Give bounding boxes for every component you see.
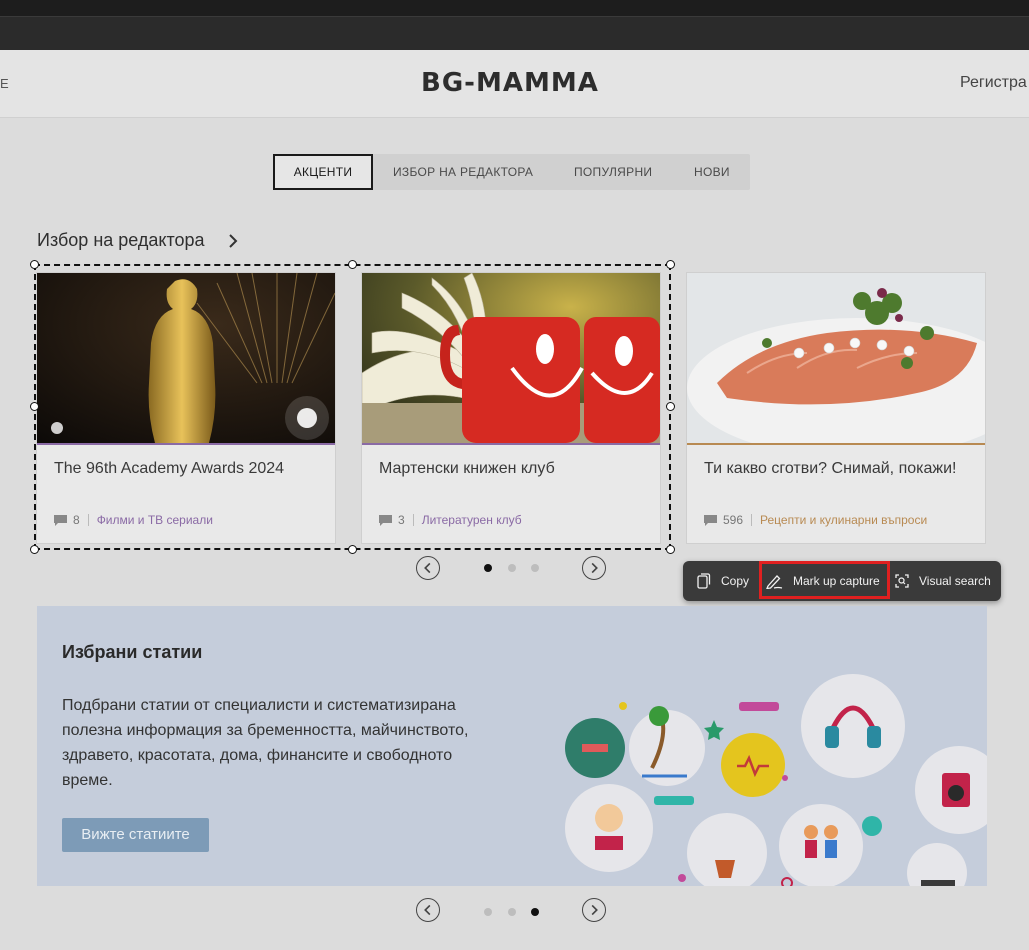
pager-dot[interactable] <box>508 908 516 916</box>
resize-handle[interactable] <box>30 402 39 411</box>
resize-handle[interactable] <box>30 545 39 554</box>
visual-search-label: Visual search <box>919 574 991 588</box>
highlight-box <box>759 561 890 599</box>
resize-handle[interactable] <box>348 260 357 269</box>
card-title[interactable]: Ти какво сготви? Снимай, покажи! <box>704 457 974 480</box>
copy-button[interactable]: Copy <box>697 561 749 601</box>
pager-dot[interactable] <box>508 564 516 572</box>
register-link[interactable]: Регистра <box>960 74 1027 92</box>
next-arrow-icon[interactable] <box>582 556 606 580</box>
comment-count: 596 <box>723 513 744 527</box>
resize-handle[interactable] <box>666 545 675 554</box>
pager-dot[interactable] <box>484 908 492 916</box>
illustration-icon <box>565 674 987 886</box>
prev-arrow-icon[interactable] <box>416 898 440 922</box>
resize-handle[interactable] <box>30 260 39 269</box>
resize-handle[interactable] <box>666 260 675 269</box>
card-meta: 596 Рецепти и кулинарни въпроси <box>704 513 927 527</box>
resize-handle[interactable] <box>348 545 357 554</box>
featured-title: Избрани статии <box>62 642 203 662</box>
tab-editors-choice[interactable]: ИЗБОР НА РЕДАКТОРА <box>393 154 533 190</box>
salmon-dish-image[interactable] <box>687 273 985 443</box>
copy-label: Copy <box>721 574 750 588</box>
next-arrow-icon[interactable] <box>582 898 606 922</box>
tab-popular[interactable]: ПОПУЛЯРНИ <box>574 154 652 190</box>
browser-titlebar <box>0 0 1029 16</box>
capture-selection[interactable] <box>34 264 671 550</box>
chevron-right-icon[interactable] <box>226 232 240 250</box>
site-header: E BG-MAMMA Регистра <box>0 50 1029 118</box>
resize-handle[interactable] <box>666 402 675 411</box>
visual-search-icon <box>895 574 909 588</box>
content-tabs: АКЦЕНТИ ИЗБОР НА РЕДАКТОРА ПОПУЛЯРНИ НОВ… <box>273 154 750 190</box>
copy-icon <box>697 573 711 589</box>
capture-toolbar: Copy Mark up capture Visual search <box>683 561 1001 601</box>
page: E BG-MAMMA Регистра АКЦЕНТИ ИЗБОР НА РЕД… <box>0 50 1029 950</box>
featured-description: Подбрани статии от специалисти и система… <box>62 697 469 789</box>
site-logo[interactable]: BG-MAMMA <box>421 68 599 98</box>
tab-highlights[interactable]: АКЦЕНТИ <box>273 154 373 190</box>
article-card[interactable]: Ти какво сготви? Снимай, покажи! 596 Рец… <box>686 272 986 544</box>
prev-arrow-icon[interactable] <box>416 556 440 580</box>
browser-toolbar <box>0 16 1029 50</box>
pager-dot[interactable] <box>484 564 492 572</box>
section-title[interactable]: Избор на редактора <box>37 230 205 251</box>
card-category-link[interactable]: Рецепти и кулинарни въпроси <box>760 513 927 527</box>
header-left-text[interactable]: E <box>0 76 9 91</box>
pager-dot[interactable] <box>531 564 539 572</box>
tab-new[interactable]: НОВИ <box>694 154 730 190</box>
view-articles-button[interactable]: Вижте статиите <box>62 818 209 852</box>
pager-dot[interactable] <box>531 908 539 916</box>
visual-search-button[interactable]: Visual search <box>895 561 991 601</box>
comment-icon <box>704 514 717 526</box>
featured-articles-panel: Избрани статии Подбрани статии от специа… <box>37 606 987 886</box>
